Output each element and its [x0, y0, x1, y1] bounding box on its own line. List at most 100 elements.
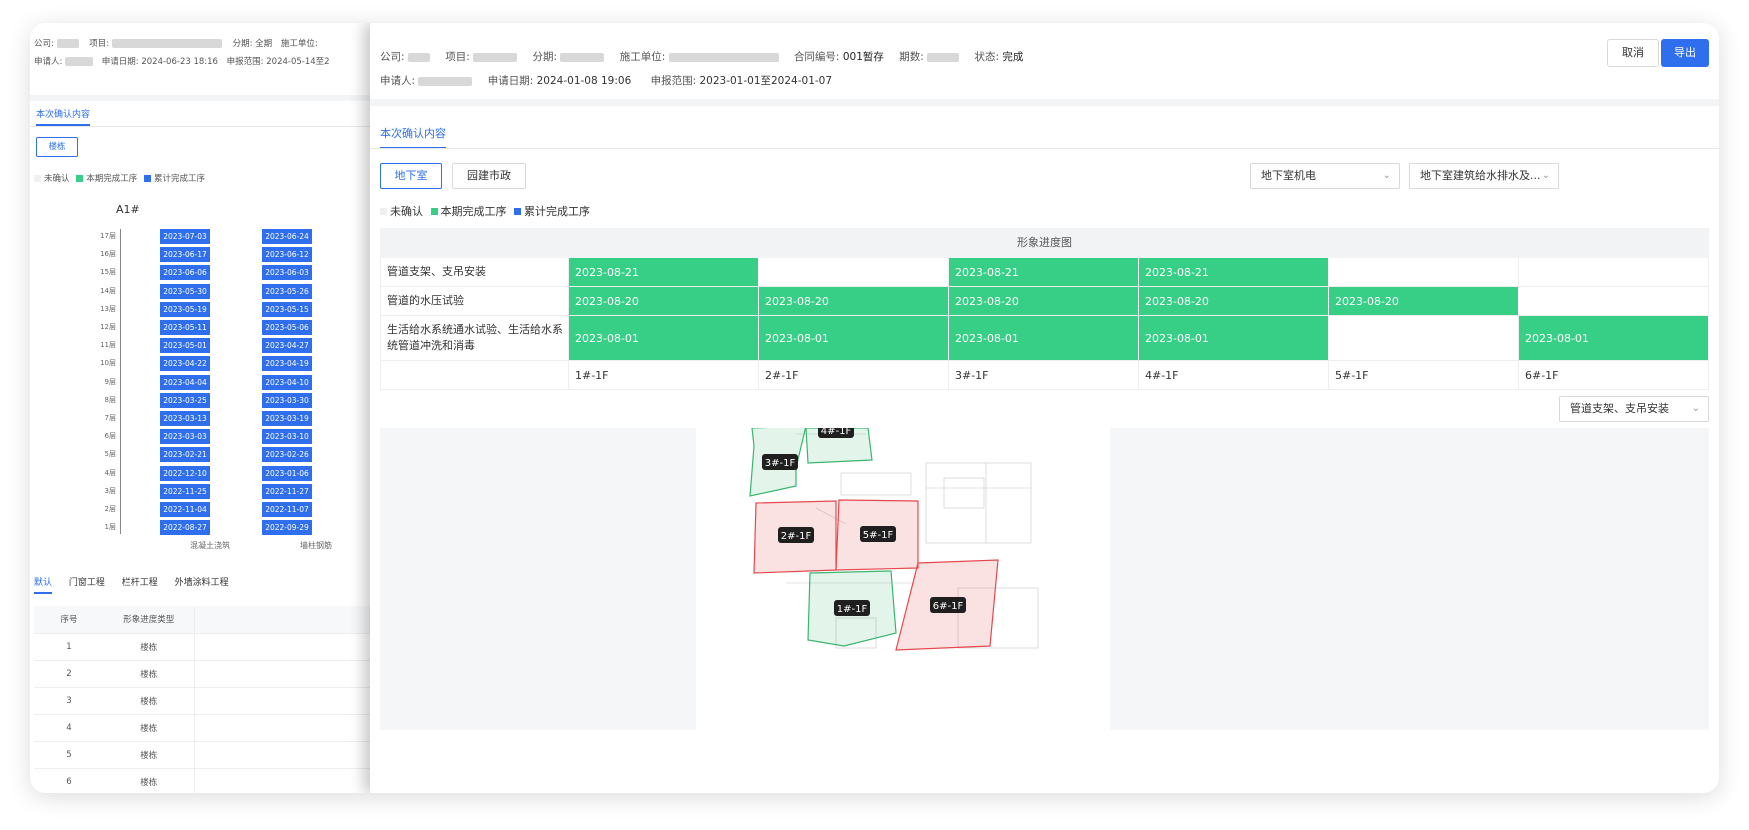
chart-bar[interactable]: 2022-11-07 — [262, 502, 312, 517]
bg-cell-type: 楼栋 — [104, 633, 194, 661]
bg-company-redacted — [56, 39, 79, 48]
bg-building-button[interactable]: 楼栋 — [36, 137, 78, 157]
chart-bar[interactable]: 2023-03-19 — [262, 411, 312, 426]
floor-plan-canvas[interactable]: 4#-1F 3#-1F 2#-1F 5#-1F 1#-1F 6#-1F — [696, 428, 1110, 730]
floor-tick-label: 12层 — [100, 323, 116, 331]
chart-bar[interactable]: 2023-01-06 — [262, 465, 312, 481]
chart-bar[interactable]: 2022-09-29 — [262, 520, 312, 536]
grid-cell[interactable] — [1519, 287, 1709, 315]
table-row[interactable]: 4 楼栋 — [34, 714, 400, 742]
building-tag-label[interactable]: 2#-1F — [781, 531, 812, 542]
building-tag-label[interactable]: 4#-1F — [821, 428, 852, 437]
grid-cell[interactable]: 2023-08-20 — [1329, 287, 1519, 315]
chart-bar[interactable]: 2023-05-11 — [160, 320, 210, 335]
bg-xlabel-0: 混凝土浇筑 — [190, 541, 230, 550]
chevron-down-icon: ⌄ — [1541, 170, 1550, 181]
chart-bar[interactable]: 2023-07-03 — [160, 229, 210, 244]
applicant-redacted — [418, 76, 473, 86]
legend-unconfirmed-swatch — [34, 174, 41, 182]
floor-tick-label: 8层 — [104, 395, 116, 404]
bg-subtab-railing[interactable]: 栏杆工程 — [122, 578, 158, 588]
floor-tick-label: 16层 — [100, 250, 116, 259]
chart-bar[interactable]: 2023-04-10 — [262, 374, 312, 390]
chart-bar[interactable]: 2023-05-26 — [262, 283, 312, 299]
bg-table: 序号 形象进度类型 1 楼栋 2 楼栋 3 楼栋 4 楼栋 5 楼栋 6 楼栋 — [34, 606, 400, 793]
grid-row: 管道的水压试验 2023-08-20 2023-08-20 2023-08-20 202… — [380, 287, 1709, 316]
builder-redacted — [668, 52, 779, 62]
grid-cell[interactable]: 2023-08-20 — [1139, 287, 1329, 315]
system-select[interactable]: 地下室机电 ⌄ — [1250, 163, 1400, 189]
chart-bar[interactable]: 2023-05-01 — [160, 338, 210, 354]
grid-cell[interactable]: 2023-08-01 — [1519, 316, 1709, 360]
chart-bar[interactable]: 2022-11-27 — [262, 483, 312, 499]
chart-bar[interactable]: 2023-06-24 — [262, 229, 312, 244]
chart-bar[interactable]: 2023-04-22 — [160, 356, 210, 372]
bg-subtab-default[interactable]: 默认 — [34, 578, 53, 594]
chart-bar[interactable]: 2022-11-04 — [160, 502, 210, 517]
chart-bar[interactable]: 2022-12-10 — [160, 465, 210, 481]
chart-bar[interactable]: 2023-05-19 — [160, 301, 210, 317]
grid-cell[interactable]: 2023-08-20 — [759, 287, 949, 315]
table-row[interactable]: 1 楼栋 — [34, 633, 400, 661]
grid-cell[interactable]: 2023-08-01 — [759, 316, 949, 360]
chart-bar[interactable]: 2023-05-06 — [262, 320, 312, 335]
chart-bar[interactable]: 2023-04-19 — [262, 356, 312, 372]
chart-bar[interactable]: 2023-03-03 — [160, 429, 210, 445]
grid-cell[interactable]: 2023-08-21 — [949, 258, 1139, 286]
grid-cell[interactable] — [1519, 258, 1709, 286]
bg-cell-type: 楼栋 — [104, 768, 194, 793]
chart-bar[interactable]: 2023-04-27 — [262, 338, 312, 354]
chart-bar[interactable]: 2023-06-06 — [160, 265, 210, 281]
grid-cell[interactable]: 2023-08-21 — [1139, 258, 1329, 286]
chart-bar[interactable]: 2023-02-21 — [160, 447, 210, 463]
confirm-dialog: 公司: 项目: 分期: 施工单位: 合同编号: 001暂存 期数: 状态: 完成… — [370, 23, 1719, 793]
chart-bar[interactable]: 2023-05-30 — [160, 283, 210, 299]
bg-phase-value: 全期 — [255, 39, 273, 49]
chart-bar[interactable]: 2023-03-13 — [160, 411, 210, 426]
segment-landscape[interactable]: 园建市政 — [452, 163, 526, 189]
bg-applicant-label: 申请人: — [34, 57, 63, 67]
grid-cell[interactable] — [1329, 316, 1519, 360]
building-tag-label[interactable]: 3#-1F — [765, 458, 796, 469]
table-row[interactable]: 6 楼栋 — [34, 768, 400, 793]
chart-bar[interactable]: 2023-06-17 — [160, 247, 210, 263]
chart-bar[interactable]: 2023-06-12 — [262, 247, 312, 263]
chart-bar[interactable]: 2023-03-25 — [160, 392, 210, 408]
bg-cell-type: 楼栋 — [104, 687, 194, 715]
grid-cell[interactable]: 2023-08-21 — [569, 258, 759, 286]
status-label: 状态: — [974, 51, 999, 63]
chart-bar[interactable]: 2023-06-03 — [262, 265, 312, 281]
grid-cell[interactable]: 2023-08-20 — [949, 287, 1139, 315]
grid-cell[interactable]: 2023-08-01 — [569, 316, 759, 360]
legend-cumulative: 累计完成工序 — [153, 174, 205, 184]
grid-cell[interactable]: 2023-08-20 — [569, 287, 759, 315]
process-select[interactable]: 管道支架、支吊安装 ⌄ — [1559, 396, 1709, 422]
bg-subtab-doors[interactable]: 门窗工程 — [69, 578, 105, 588]
grid-cell[interactable] — [1329, 258, 1519, 286]
table-row[interactable]: 2 楼栋 — [34, 660, 400, 688]
chart-bar[interactable]: 2023-04-04 — [160, 374, 210, 390]
grid-cell[interactable] — [759, 258, 949, 286]
grid-cell[interactable]: 2023-08-01 — [1139, 316, 1329, 360]
bg-tab-confirm[interactable]: 本次确认内容 — [36, 107, 91, 126]
export-button[interactable]: 导出 — [1661, 39, 1709, 67]
chart-bar[interactable]: 2022-08-27 — [160, 520, 210, 536]
building-tag-label[interactable]: 6#-1F — [933, 601, 964, 612]
cancel-button[interactable]: 取消 — [1607, 39, 1659, 67]
chart-bar[interactable]: 2023-03-30 — [262, 392, 312, 408]
bg-chart-title: A1# — [116, 203, 140, 216]
table-row[interactable]: 3 楼栋 — [34, 687, 400, 715]
bg-subtab-paint[interactable]: 外墙涂料工程 — [175, 578, 229, 588]
chart-bar[interactable]: 2022-11-25 — [160, 483, 210, 499]
chart-bar[interactable]: 2023-05-15 — [262, 301, 312, 317]
item-select[interactable]: 地下室建筑给水排水及... ⌄ — [1409, 163, 1559, 189]
legend-cumulative: 累计完成工序 — [524, 205, 590, 218]
chart-bar[interactable]: 2023-02-26 — [262, 447, 312, 463]
building-tag-label[interactable]: 1#-1F — [837, 604, 868, 615]
table-row[interactable]: 5 楼栋 — [34, 741, 400, 769]
building-tag-label[interactable]: 5#-1F — [863, 530, 894, 541]
grid-cell[interactable]: 2023-08-01 — [949, 316, 1139, 360]
segment-basement[interactable]: 地下室 — [380, 163, 442, 189]
chart-bar[interactable]: 2023-03-10 — [262, 429, 312, 445]
tab-confirm-content[interactable]: 本次确认内容 — [380, 125, 446, 149]
